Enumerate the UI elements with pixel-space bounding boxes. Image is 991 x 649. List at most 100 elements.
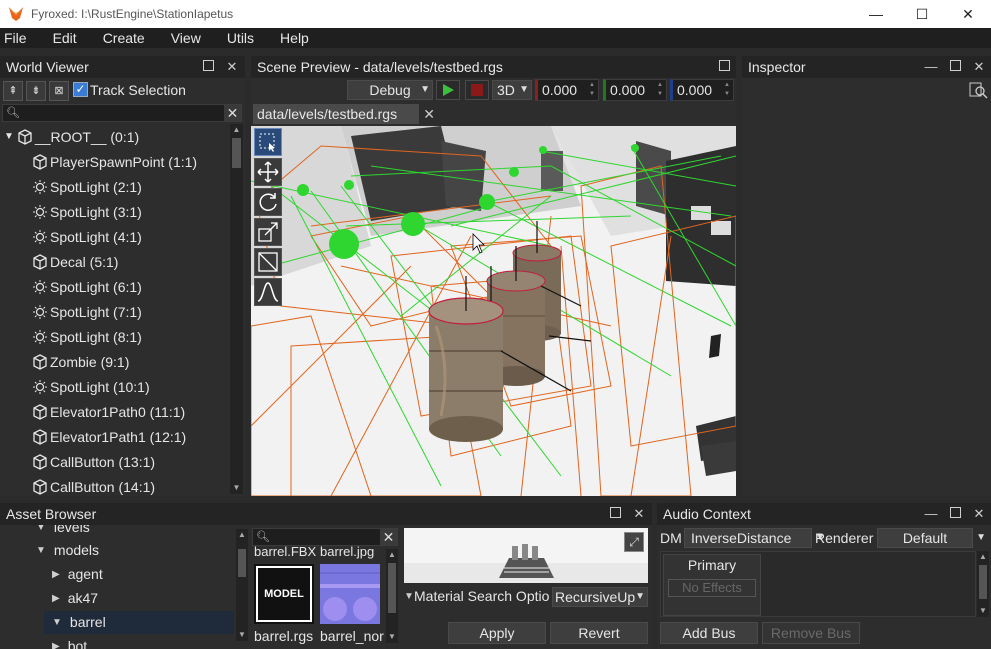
tree-item[interactable]: CallButton (13:1) (32, 449, 155, 474)
scene-tab[interactable]: data/levels/testbed.rgs ✕ (253, 104, 435, 124)
menu-utils[interactable]: Utils (223, 30, 254, 46)
renderer-dropdown[interactable]: Default ▼ (877, 528, 986, 548)
expand-all-icon[interactable]: ⇟ (26, 81, 46, 101)
expander-icon[interactable]: ▼ (52, 617, 62, 628)
file-grid-scrollbar[interactable]: ▲ ▼ (386, 549, 398, 643)
apply-button[interactable]: Apply (448, 622, 546, 644)
scroll-down-icon[interactable]: ▼ (386, 631, 398, 643)
tree-item[interactable]: Elevator1Path1 (12:1) (32, 424, 186, 449)
expander-icon[interactable]: ▶ (52, 641, 60, 649)
minimize-panel-icon[interactable]: — (924, 60, 938, 74)
scrollbar-thumb[interactable] (979, 565, 987, 599)
tree-item[interactable]: SpotLight (2:1) (32, 174, 142, 199)
scroll-down-icon[interactable]: ▼ (977, 605, 989, 617)
inspector-search-icon[interactable] (968, 81, 988, 99)
folder-item[interactable]: ▶ bot (52, 638, 87, 649)
expander-icon[interactable]: ▶ (52, 569, 60, 580)
close-panel-icon[interactable]: ✕ (632, 507, 646, 521)
stop-button[interactable] (465, 80, 489, 100)
audio-bus-item[interactable]: Primary No Effects (663, 554, 761, 616)
close-panel-icon[interactable]: ✕ (972, 60, 986, 74)
scroll-up-icon[interactable]: ▲ (230, 124, 243, 136)
expander-icon[interactable]: ▼ (404, 591, 414, 602)
world-viewer-search-input[interactable]: 🔍︎ ✕ (2, 104, 242, 122)
expander-icon[interactable]: ▼ (36, 545, 46, 556)
normal-map-thumbnail[interactable] (320, 564, 380, 624)
add-bus-button[interactable]: Add Bus (660, 622, 758, 644)
remove-bus-button[interactable]: Remove Bus (762, 622, 860, 644)
folder-tree-scrollbar[interactable]: ▲ ▼ (236, 529, 248, 641)
scrollbar-thumb[interactable] (388, 563, 396, 613)
revert-button[interactable]: Revert (550, 622, 648, 644)
folder-item[interactable]: ▼ levels (36, 525, 90, 535)
world-viewer-scrollbar[interactable]: ▲ ▼ (230, 124, 243, 494)
terrain-tool-button[interactable] (254, 278, 282, 306)
model-thumbnail[interactable]: MODEL (254, 564, 314, 624)
scroll-down-icon[interactable]: ▼ (236, 629, 248, 641)
rotate-tool-button[interactable] (254, 188, 282, 216)
spinner-icon[interactable]: ▲ ▼ (724, 81, 732, 99)
tree-item[interactable]: SpotLight (3:1) (32, 199, 142, 224)
camera-x-field[interactable]: 0.000 ▲ ▼ (535, 79, 599, 101)
folder-item[interactable]: ▶ ak47 (52, 590, 98, 606)
expander-icon[interactable]: ▼ (4, 131, 14, 142)
folder-item[interactable]: ▼ models (36, 542, 99, 558)
tree-item[interactable]: SpotLight (8:1) (32, 324, 142, 349)
fullscreen-icon[interactable]: ⤢ (624, 532, 644, 552)
scroll-up-icon[interactable]: ▲ (236, 529, 248, 541)
asset-search-input[interactable]: 🔍︎ ✕ (252, 528, 398, 546)
material-search-dropdown[interactable]: RecursiveUp ▼ (552, 587, 648, 607)
track-selection-checkbox[interactable]: ✓ (73, 82, 88, 97)
maximize-panel-icon[interactable] (948, 60, 962, 74)
move-tool-button[interactable] (254, 158, 282, 186)
distance-model-dropdown[interactable]: InverseDistance ▼ (684, 528, 825, 548)
clear-search-icon[interactable]: ✕ (380, 529, 397, 545)
scrollbar-thumb[interactable] (238, 549, 246, 577)
maximize-panel-icon[interactable] (608, 507, 622, 521)
spinner-icon[interactable]: ▲ ▼ (589, 81, 597, 99)
menu-file[interactable]: File (0, 30, 27, 46)
maximize-panel-icon[interactable] (201, 60, 215, 74)
build-mode-dropdown[interactable]: Debug ▼ (347, 80, 433, 100)
tree-item[interactable]: SpotLight (4:1) (32, 224, 142, 249)
scrollbar-thumb[interactable] (232, 138, 241, 168)
locate-selection-icon[interactable]: ⊠ (49, 81, 69, 101)
close-tab-icon[interactable]: ✕ (423, 104, 435, 124)
expander-icon[interactable]: ▼ (36, 525, 46, 533)
scroll-up-icon[interactable]: ▲ (386, 549, 398, 561)
bus-list-scrollbar[interactable]: ▲ ▼ (977, 551, 989, 617)
tree-item[interactable]: SpotLight (10:1) (32, 374, 150, 399)
close-button[interactable]: ✕ (945, 0, 991, 28)
expander-icon[interactable]: ▶ (52, 593, 60, 604)
tree-item[interactable]: PlayerSpawnPoint (1:1) (32, 149, 197, 174)
clear-search-icon[interactable]: ✕ (224, 105, 241, 121)
view-mode-dropdown[interactable]: 3D ▼ (492, 80, 532, 100)
tree-item[interactable]: Elevator1Path0 (11:1) (32, 399, 185, 424)
folder-item[interactable]: ▶ agent (52, 566, 103, 582)
camera-z-field[interactable]: 0.000 ▲ ▼ (670, 79, 734, 101)
scroll-down-icon[interactable]: ▼ (230, 482, 243, 494)
tree-item[interactable]: SpotLight (6:1) (32, 274, 142, 299)
folder-item-selected[interactable]: ▼ barrel (52, 614, 106, 630)
scene-viewport[interactable] (251, 126, 736, 496)
maximize-button[interactable]: ☐ (899, 0, 945, 28)
maximize-panel-icon[interactable] (948, 507, 962, 521)
maximize-panel-icon[interactable] (717, 60, 731, 74)
menu-view[interactable]: View (167, 30, 201, 46)
resize-tool-button[interactable] (254, 248, 282, 276)
minimize-button[interactable]: — (853, 0, 899, 28)
file-label[interactable]: barrel.FBX (254, 546, 316, 559)
close-panel-icon[interactable]: ✕ (225, 60, 239, 74)
spinner-icon[interactable]: ▲ ▼ (657, 81, 665, 99)
camera-y-field[interactable]: 0.000 ▲ ▼ (603, 79, 667, 101)
menu-help[interactable]: Help (276, 30, 309, 46)
file-label[interactable]: barrel.jpg (320, 546, 382, 559)
tree-item[interactable]: CallButton (14:1) (32, 474, 155, 496)
select-tool-button[interactable] (254, 128, 282, 156)
scroll-up-icon[interactable]: ▲ (977, 551, 989, 563)
minimize-panel-icon[interactable]: — (924, 507, 938, 521)
close-panel-icon[interactable]: ✕ (972, 507, 986, 521)
tree-item[interactable]: Decal (5:1) (32, 249, 118, 274)
play-button[interactable] (436, 80, 460, 100)
menu-edit[interactable]: Edit (49, 30, 77, 46)
